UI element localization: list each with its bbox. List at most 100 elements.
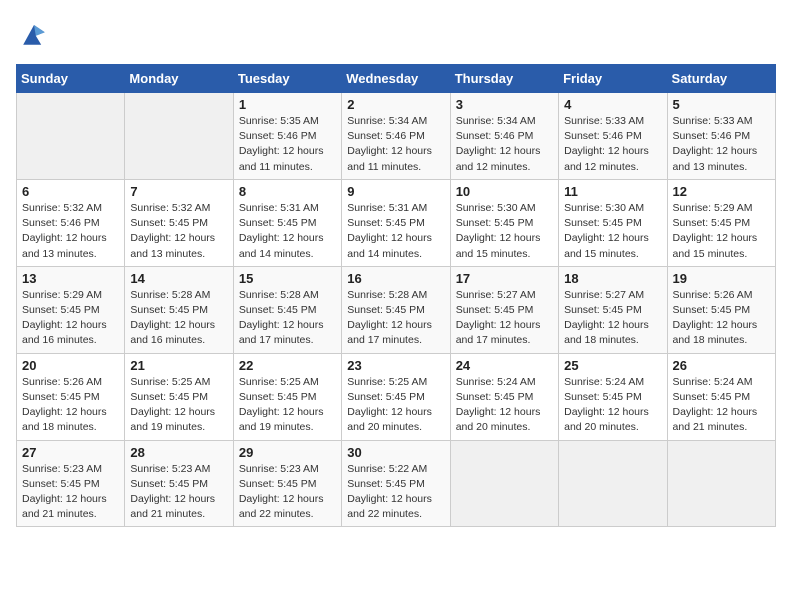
day-info: Sunrise: 5:29 AM Sunset: 5:45 PM Dayligh… (673, 201, 770, 262)
calendar-cell: 21 Sunrise: 5:25 AM Sunset: 5:45 PM Dayli… (125, 353, 233, 440)
calendar-cell: 27 Sunrise: 5:23 AM Sunset: 5:45 PM Dayli… (17, 440, 125, 527)
page-header (16, 16, 776, 52)
day-info: Sunrise: 5:29 AM Sunset: 5:45 PM Dayligh… (22, 288, 119, 349)
day-info: Sunrise: 5:28 AM Sunset: 5:45 PM Dayligh… (130, 288, 227, 349)
weekday-header-sunday: Sunday (17, 65, 125, 93)
day-info: Sunrise: 5:31 AM Sunset: 5:45 PM Dayligh… (239, 201, 336, 262)
weekday-header-wednesday: Wednesday (342, 65, 450, 93)
calendar-cell: 11Sunrise: 5:30 AM Sunset: 5:45 PM Dayli… (559, 179, 667, 266)
day-number: 9 (347, 184, 444, 199)
weekday-header-tuesday: Tuesday (233, 65, 341, 93)
calendar-cell: 8 Sunrise: 5:31 AM Sunset: 5:45 PM Daylig… (233, 179, 341, 266)
day-info: Sunrise: 5:28 AM Sunset: 5:45 PM Dayligh… (347, 288, 444, 349)
day-info: Sunrise: 5:22 AM Sunset: 5:45 PM Dayligh… (347, 462, 444, 523)
calendar-cell: 23 Sunrise: 5:25 AM Sunset: 5:45 PM Dayli… (342, 353, 450, 440)
day-info: Sunrise: 5:28 AM Sunset: 5:45 PM Dayligh… (239, 288, 336, 349)
day-info: Sunrise: 5:32 AM Sunset: 5:46 PM Dayligh… (22, 201, 119, 262)
day-info: Sunrise: 5:25 AM Sunset: 5:45 PM Dayligh… (347, 375, 444, 436)
calendar-cell: 12 Sunrise: 5:29 AM Sunset: 5:45 PM Dayli… (667, 179, 775, 266)
calendar-cell: 24 Sunrise: 5:24 AM Sunset: 5:45 PM Dayli… (450, 353, 558, 440)
day-number: 8 (239, 184, 336, 199)
calendar-cell (17, 93, 125, 180)
calendar-cell (559, 440, 667, 527)
calendar-cell: 17Sunrise: 5:27 AM Sunset: 5:45 PM Dayli… (450, 266, 558, 353)
logo-icon (16, 16, 52, 52)
day-number: 22 (239, 358, 336, 373)
weekday-header-monday: Monday (125, 65, 233, 93)
day-number: 6 (22, 184, 119, 199)
calendar-cell: 13 Sunrise: 5:29 AM Sunset: 5:45 PM Dayli… (17, 266, 125, 353)
calendar-week-row: 27 Sunrise: 5:23 AM Sunset: 5:45 PM Dayli… (17, 440, 776, 527)
calendar-cell: 25 Sunrise: 5:24 AM Sunset: 5:45 PM Dayli… (559, 353, 667, 440)
day-number: 26 (673, 358, 770, 373)
day-info: Sunrise: 5:31 AM Sunset: 5:45 PM Dayligh… (347, 201, 444, 262)
calendar-cell: 2 Sunrise: 5:34 AM Sunset: 5:46 PM Daylig… (342, 93, 450, 180)
day-number: 28 (130, 445, 227, 460)
day-info: Sunrise: 5:32 AM Sunset: 5:45 PM Dayligh… (130, 201, 227, 262)
calendar-table: SundayMondayTuesdayWednesdayThursdayFrid… (16, 64, 776, 527)
day-number: 15 (239, 271, 336, 286)
day-number: 4 (564, 97, 661, 112)
calendar-cell: 28 Sunrise: 5:23 AM Sunset: 5:45 PM Dayli… (125, 440, 233, 527)
weekday-header-thursday: Thursday (450, 65, 558, 93)
day-number: 24 (456, 358, 553, 373)
calendar-cell: 6 Sunrise: 5:32 AM Sunset: 5:46 PM Daylig… (17, 179, 125, 266)
day-info: Sunrise: 5:26 AM Sunset: 5:45 PM Dayligh… (22, 375, 119, 436)
calendar-cell: 10 Sunrise: 5:30 AM Sunset: 5:45 PM Dayli… (450, 179, 558, 266)
weekday-header-friday: Friday (559, 65, 667, 93)
day-info: Sunrise: 5:24 AM Sunset: 5:45 PM Dayligh… (564, 375, 661, 436)
day-number: 10 (456, 184, 553, 199)
calendar-cell: 19 Sunrise: 5:26 AM Sunset: 5:45 PM Dayli… (667, 266, 775, 353)
day-number: 30 (347, 445, 444, 460)
day-info: Sunrise: 5:34 AM Sunset: 5:46 PM Dayligh… (347, 114, 444, 175)
day-number: 21 (130, 358, 227, 373)
calendar-cell: 18 Sunrise: 5:27 AM Sunset: 5:45 PM Dayli… (559, 266, 667, 353)
calendar-week-row: 6 Sunrise: 5:32 AM Sunset: 5:46 PM Daylig… (17, 179, 776, 266)
day-number: 1 (239, 97, 336, 112)
day-info: Sunrise: 5:26 AM Sunset: 5:45 PM Dayligh… (673, 288, 770, 349)
day-number: 25 (564, 358, 661, 373)
day-number: 2 (347, 97, 444, 112)
day-info: Sunrise: 5:30 AM Sunset: 5:45 PM Dayligh… (456, 201, 553, 262)
calendar-cell: 9 Sunrise: 5:31 AM Sunset: 5:45 PM Daylig… (342, 179, 450, 266)
logo (16, 16, 58, 52)
day-info: Sunrise: 5:23 AM Sunset: 5:45 PM Dayligh… (239, 462, 336, 523)
day-info: Sunrise: 5:27 AM Sunset: 5:45 PM Dayligh… (456, 288, 553, 349)
day-info: Sunrise: 5:25 AM Sunset: 5:45 PM Dayligh… (239, 375, 336, 436)
day-number: 20 (22, 358, 119, 373)
calendar-cell: 4 Sunrise: 5:33 AM Sunset: 5:46 PM Daylig… (559, 93, 667, 180)
day-info: Sunrise: 5:23 AM Sunset: 5:45 PM Dayligh… (22, 462, 119, 523)
day-info: Sunrise: 5:27 AM Sunset: 5:45 PM Dayligh… (564, 288, 661, 349)
calendar-cell: 5Sunrise: 5:33 AM Sunset: 5:46 PM Daylig… (667, 93, 775, 180)
day-number: 27 (22, 445, 119, 460)
calendar-week-row: 20 Sunrise: 5:26 AM Sunset: 5:45 PM Dayli… (17, 353, 776, 440)
calendar-cell (667, 440, 775, 527)
day-info: Sunrise: 5:23 AM Sunset: 5:45 PM Dayligh… (130, 462, 227, 523)
day-info: Sunrise: 5:25 AM Sunset: 5:45 PM Dayligh… (130, 375, 227, 436)
weekday-header-saturday: Saturday (667, 65, 775, 93)
calendar-cell: 16 Sunrise: 5:28 AM Sunset: 5:45 PM Dayli… (342, 266, 450, 353)
calendar-cell (450, 440, 558, 527)
calendar-cell: 29 Sunrise: 5:23 AM Sunset: 5:45 PM Dayli… (233, 440, 341, 527)
day-number: 12 (673, 184, 770, 199)
calendar-cell: 30 Sunrise: 5:22 AM Sunset: 5:45 PM Dayli… (342, 440, 450, 527)
day-info: Sunrise: 5:33 AM Sunset: 5:46 PM Dayligh… (564, 114, 661, 175)
day-number: 18 (564, 271, 661, 286)
calendar-cell: 20 Sunrise: 5:26 AM Sunset: 5:45 PM Dayli… (17, 353, 125, 440)
calendar-cell: 15 Sunrise: 5:28 AM Sunset: 5:45 PM Dayli… (233, 266, 341, 353)
calendar-cell: 22 Sunrise: 5:25 AM Sunset: 5:45 PM Dayli… (233, 353, 341, 440)
day-info: Sunrise: 5:34 AM Sunset: 5:46 PM Dayligh… (456, 114, 553, 175)
day-number: 29 (239, 445, 336, 460)
calendar-cell: 26Sunrise: 5:24 AM Sunset: 5:45 PM Dayli… (667, 353, 775, 440)
day-number: 16 (347, 271, 444, 286)
day-number: 5 (673, 97, 770, 112)
calendar-cell: 1 Sunrise: 5:35 AM Sunset: 5:46 PM Daylig… (233, 93, 341, 180)
day-number: 19 (673, 271, 770, 286)
day-info: Sunrise: 5:30 AM Sunset: 5:45 PM Dayligh… (564, 201, 661, 262)
day-info: Sunrise: 5:24 AM Sunset: 5:45 PM Dayligh… (456, 375, 553, 436)
day-number: 23 (347, 358, 444, 373)
day-number: 7 (130, 184, 227, 199)
day-info: Sunrise: 5:35 AM Sunset: 5:46 PM Dayligh… (239, 114, 336, 175)
calendar-week-row: 13 Sunrise: 5:29 AM Sunset: 5:45 PM Dayli… (17, 266, 776, 353)
day-number: 13 (22, 271, 119, 286)
